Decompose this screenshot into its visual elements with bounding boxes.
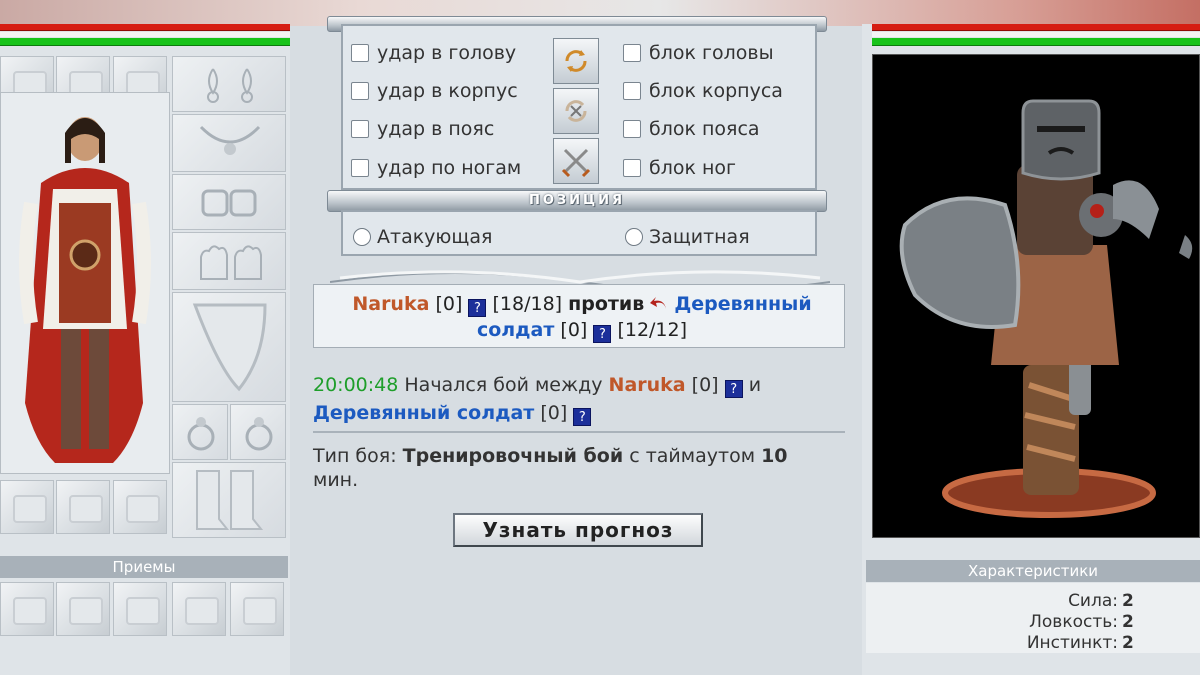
stat-strength: Сила: 2 [1068,591,1134,611]
attack-block-panel: удар в голову удар в корпус удар в пояс … [341,24,817,190]
enemy-avatar [872,54,1200,538]
stats-title: Характеристики [866,560,1200,582]
techniques-title: Приемы [0,556,288,578]
technique-slot-4[interactable] [172,582,226,636]
bracer-slot[interactable] [172,174,286,230]
technique-slot-1[interactable] [0,582,54,636]
attack-option-waist[interactable]: удар в пояс [351,118,494,140]
shield-icon [192,303,267,392]
ring-slot-2[interactable] [230,404,286,460]
enemy-name-line1[interactable]: Деревянный [674,293,811,315]
attack-option-head[interactable]: удар в голову [351,42,516,64]
log-enemy-name[interactable]: Деревянный солдат [313,402,534,424]
attack-option-legs[interactable]: удар по ногам [351,157,521,179]
stat-agility: Ловкость: 2 [1029,612,1134,632]
necklace-slot[interactable] [172,114,286,172]
stat-instinct: Инстинкт: 2 [1026,633,1134,653]
gloves-slot[interactable] [172,232,286,290]
battle-info: Тип боя: Тренировочный бой с таймаутом 1… [313,445,788,491]
wooden-soldier-figure-icon [899,99,1193,518]
enemy-name-line2[interactable]: солдат [477,319,554,341]
checkbox[interactable] [351,159,369,177]
ring-icon [187,417,215,451]
player-hp-bar [0,24,290,52]
pocket-slot-1[interactable] [0,480,54,534]
battle-log: 20:00:48 Начался бой между Naruka [0] ? … [313,374,762,426]
stats-panel: Сила: 2 Ловкость: 2 Инстинкт: 2 [866,583,1200,653]
auto-refresh-icon [565,100,587,122]
block-option-head[interactable]: блок головы [623,42,774,64]
radio-button[interactable] [625,228,643,246]
checkbox[interactable] [623,159,641,177]
pocket-slot-2[interactable] [56,480,110,534]
earrings-slot[interactable] [172,56,286,112]
forecast-button[interactable]: Узнать прогноз [453,513,703,547]
ring-icon [245,417,273,451]
attack-option-body[interactable]: удар в корпус [351,80,518,102]
ring-slot-1[interactable] [172,404,228,460]
enemy-info-icon[interactable]: ? [593,325,612,343]
player-name[interactable]: Naruka [352,293,429,315]
crossed-swords-icon [561,148,591,178]
position-attacking[interactable]: Атакующая [353,226,492,248]
position-title: ПОЗИЦИЯ [327,190,827,212]
technique-slot-3[interactable] [113,582,167,636]
log-player-name[interactable]: Naruka [609,374,686,396]
position-panel: Атакующая Защитная [341,210,817,256]
checkbox[interactable] [623,120,641,138]
boots-icon [196,470,264,530]
block-option-waist[interactable]: блок пояса [623,118,760,140]
technique-slot-5[interactable] [230,582,284,636]
bracer-icon [201,189,257,217]
technique-slot-2[interactable] [56,582,110,636]
log-divider [313,431,845,433]
necklace-icon [199,125,261,155]
versus-panel: Naruka [0] ? [18/18] против Деревянный с… [313,284,845,348]
attack-button[interactable] [553,138,599,184]
player-avatar [0,92,170,474]
arrow-icon [650,297,667,309]
gloves-icon [200,245,262,280]
checkbox[interactable] [351,44,369,62]
boots-slot[interactable] [172,462,286,538]
player-info-icon[interactable]: ? [468,299,487,317]
log-player-info-icon[interactable]: ? [724,380,743,398]
auto-button[interactable] [553,88,599,134]
checkbox[interactable] [623,82,641,100]
log-enemy-info-icon[interactable]: ? [573,408,592,426]
refresh-icon [565,50,587,72]
block-option-legs[interactable]: блок ног [623,157,736,179]
earrings-icon [207,68,253,103]
block-option-body[interactable]: блок корпуса [623,80,783,102]
checkbox[interactable] [351,82,369,100]
shield-slot[interactable] [172,292,286,402]
pocket-slot-3[interactable] [113,480,167,534]
radio-button[interactable] [353,228,371,246]
refresh-button[interactable] [553,38,599,84]
checkbox[interactable] [623,44,641,62]
warrior-figure-icon [19,117,151,463]
enemy-hp-bar [872,24,1200,52]
position-defensive[interactable]: Защитная [625,226,750,248]
checkbox[interactable] [351,120,369,138]
log-timestamp: 20:00:48 [313,374,399,396]
